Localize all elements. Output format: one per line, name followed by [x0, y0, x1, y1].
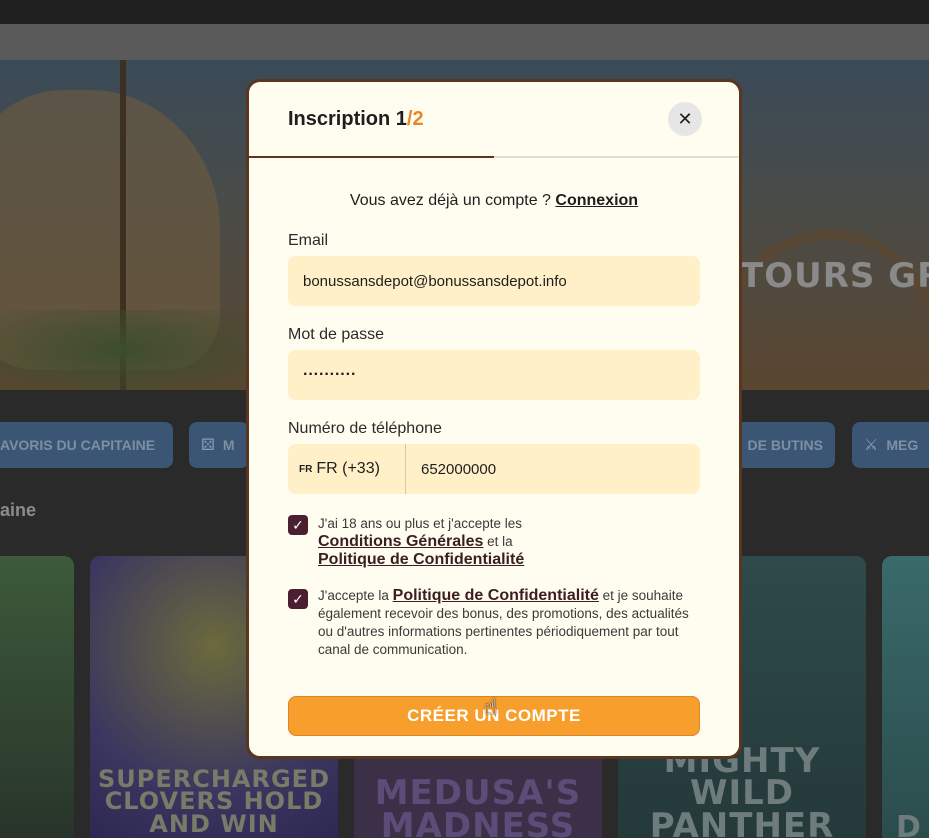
ship-wheel-art [720, 230, 929, 390]
phone-field: FR FR (+33) 652000000 [288, 444, 700, 494]
chip-butins[interactable]: DE BUTINS [735, 422, 835, 468]
password-field[interactable]: ·········· [288, 350, 700, 400]
game-title: MEDUSA'S MADNESS [374, 773, 582, 838]
email-label: Email [288, 232, 329, 249]
section-title: aine [0, 500, 37, 520]
modal-header: Inscription 1/2 ✕ [249, 82, 739, 158]
game-title: D [896, 809, 922, 838]
consent-text: J'accepte la [318, 588, 389, 603]
crossed-swords-icon: ⚔ [864, 437, 879, 454]
flag-icon: FR [299, 463, 313, 475]
title-step: Inscription 1 [288, 108, 407, 130]
game-title: MIGHTY WILD PANTHER [649, 741, 835, 838]
email-value: bonussansdepot@bonussansdepot.info [303, 272, 567, 290]
marketing-consent-checkbox[interactable]: ✓ [288, 589, 308, 609]
age-terms-consent: J'ai 18 ans ou plus et j'accepte les Con… [318, 515, 698, 569]
checkmark-icon: ✓ [292, 516, 304, 533]
age-terms-checkbox[interactable]: ✓ [288, 515, 308, 535]
phone-number-value: 652000000 [421, 460, 497, 478]
login-link[interactable]: Connexion [555, 192, 638, 209]
email-field[interactable]: bonussansdepot@bonussansdepot.info [288, 256, 700, 306]
privacy-policy-link[interactable]: Politique de Confidentialité [318, 551, 524, 568]
phone-label: Numéro de téléphone [288, 420, 442, 437]
consent-text: J'ai 18 ans ou plus et j'accepte les [318, 516, 523, 531]
hand-cursor-icon: ☝ [484, 694, 498, 719]
checkmark-icon: ✓ [292, 590, 304, 607]
dice-icon: ⚄ [201, 437, 215, 454]
chip-favoris-capitaine[interactable]: AVORIS DU CAPITAINE [0, 422, 173, 468]
hero-title: TOURS GR [740, 256, 929, 296]
privacy-policy-link[interactable]: Politique de Confidentialité [393, 587, 599, 604]
phone-number-input[interactable]: 652000000 [406, 461, 496, 478]
chip-label: MEG [886, 437, 919, 453]
terms-link[interactable]: Conditions Générales [318, 533, 483, 550]
country-code-select[interactable]: FR FR (+33) [288, 444, 406, 494]
chip-category-meg[interactable]: ⚔ MEG [852, 422, 929, 468]
password-label: Mot de passe [288, 326, 385, 343]
chip-category-m[interactable]: ⚄ M [189, 422, 249, 468]
top-bar [0, 0, 929, 24]
marketing-consent: J'accepte la Politique de Confidentialit… [318, 587, 698, 659]
registration-modal: Inscription 1/2 ✕ Vous avez déjà un comp… [246, 79, 742, 759]
step-progress-bar [249, 156, 494, 158]
game-card[interactable]: D [882, 556, 929, 838]
login-prompt: Vous avez déjà un compte ? Connexion [249, 192, 739, 210]
close-icon: ✕ [677, 108, 693, 129]
close-button[interactable]: ✕ [668, 102, 702, 136]
game-card[interactable] [0, 556, 74, 838]
title-step-total: /2 [406, 108, 424, 130]
modal-title: Inscription 1/2 [288, 108, 424, 131]
country-code-value: FR (+33) [316, 460, 380, 477]
sub-navigation-bar [0, 24, 929, 60]
password-value: ·········· [303, 366, 357, 383]
consent-text: et la [487, 534, 513, 549]
game-title: SUPERCHARGED CLOVERS HOLD AND WIN [97, 764, 330, 838]
chip-label: M [222, 437, 235, 453]
login-prompt-text: Vous avez déjà un compte ? [349, 192, 551, 209]
chip-label: DE BUTINS [747, 437, 823, 453]
chip-label: AVORIS DU CAPITAINE [0, 437, 156, 453]
